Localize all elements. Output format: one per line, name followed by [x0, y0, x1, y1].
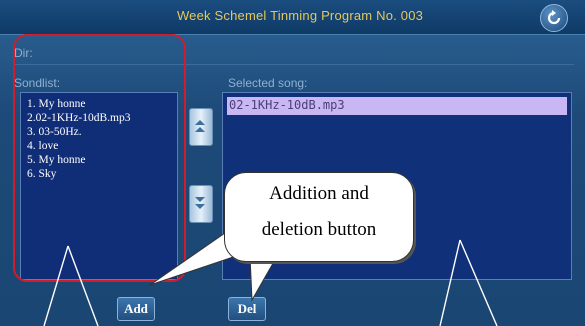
pointer-lines: [43, 239, 498, 326]
program-screen: Week Schemel Tinming Program No. 003 Dir…: [0, 0, 585, 326]
